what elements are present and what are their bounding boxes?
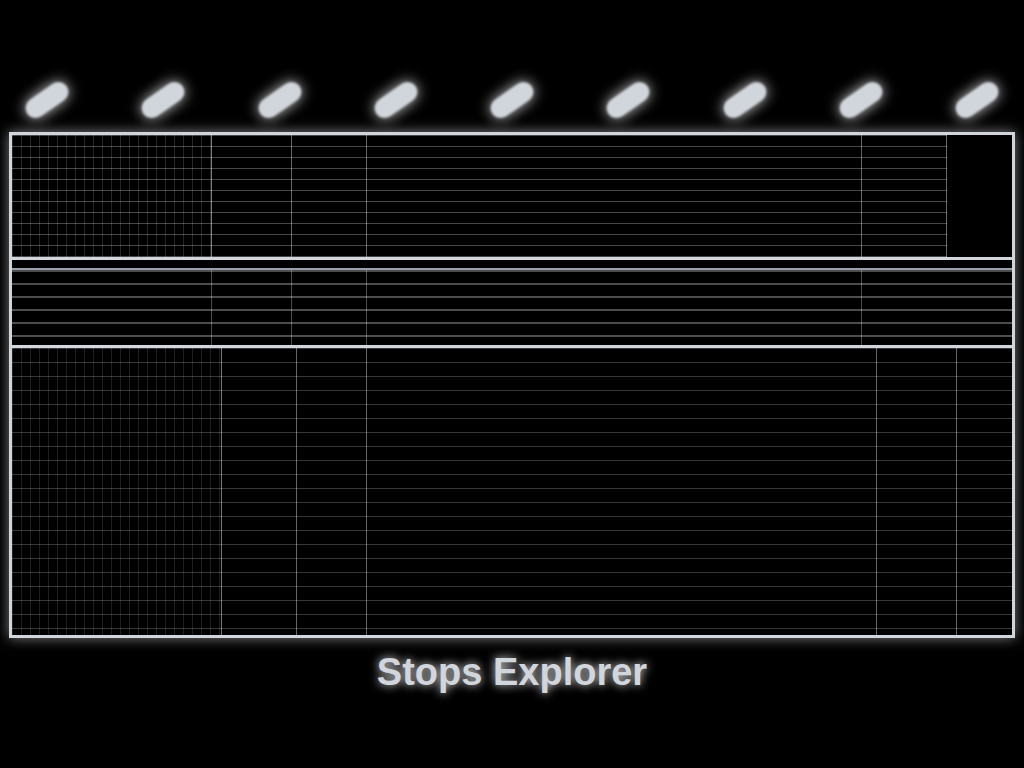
toolbar <box>0 0 1024 132</box>
app-title: Stops Explorer <box>377 648 647 696</box>
pill-icon[interactable] <box>371 80 421 120</box>
pill-icon[interactable] <box>720 80 770 120</box>
grid-band <box>12 348 1012 635</box>
grid-band <box>12 270 1012 348</box>
grid-band <box>12 135 1012 260</box>
pill-icon[interactable] <box>952 80 1002 120</box>
pill-icon[interactable] <box>138 80 188 120</box>
screen: Stops Explorer <box>0 0 1024 768</box>
pill-icon[interactable] <box>22 80 72 120</box>
pill-icon[interactable] <box>836 80 886 120</box>
title-area: Stops Explorer <box>361 644 663 700</box>
pill-icon[interactable] <box>255 80 305 120</box>
stops-grid <box>9 132 1015 638</box>
pill-icon[interactable] <box>487 80 537 120</box>
pill-icon[interactable] <box>603 80 653 120</box>
